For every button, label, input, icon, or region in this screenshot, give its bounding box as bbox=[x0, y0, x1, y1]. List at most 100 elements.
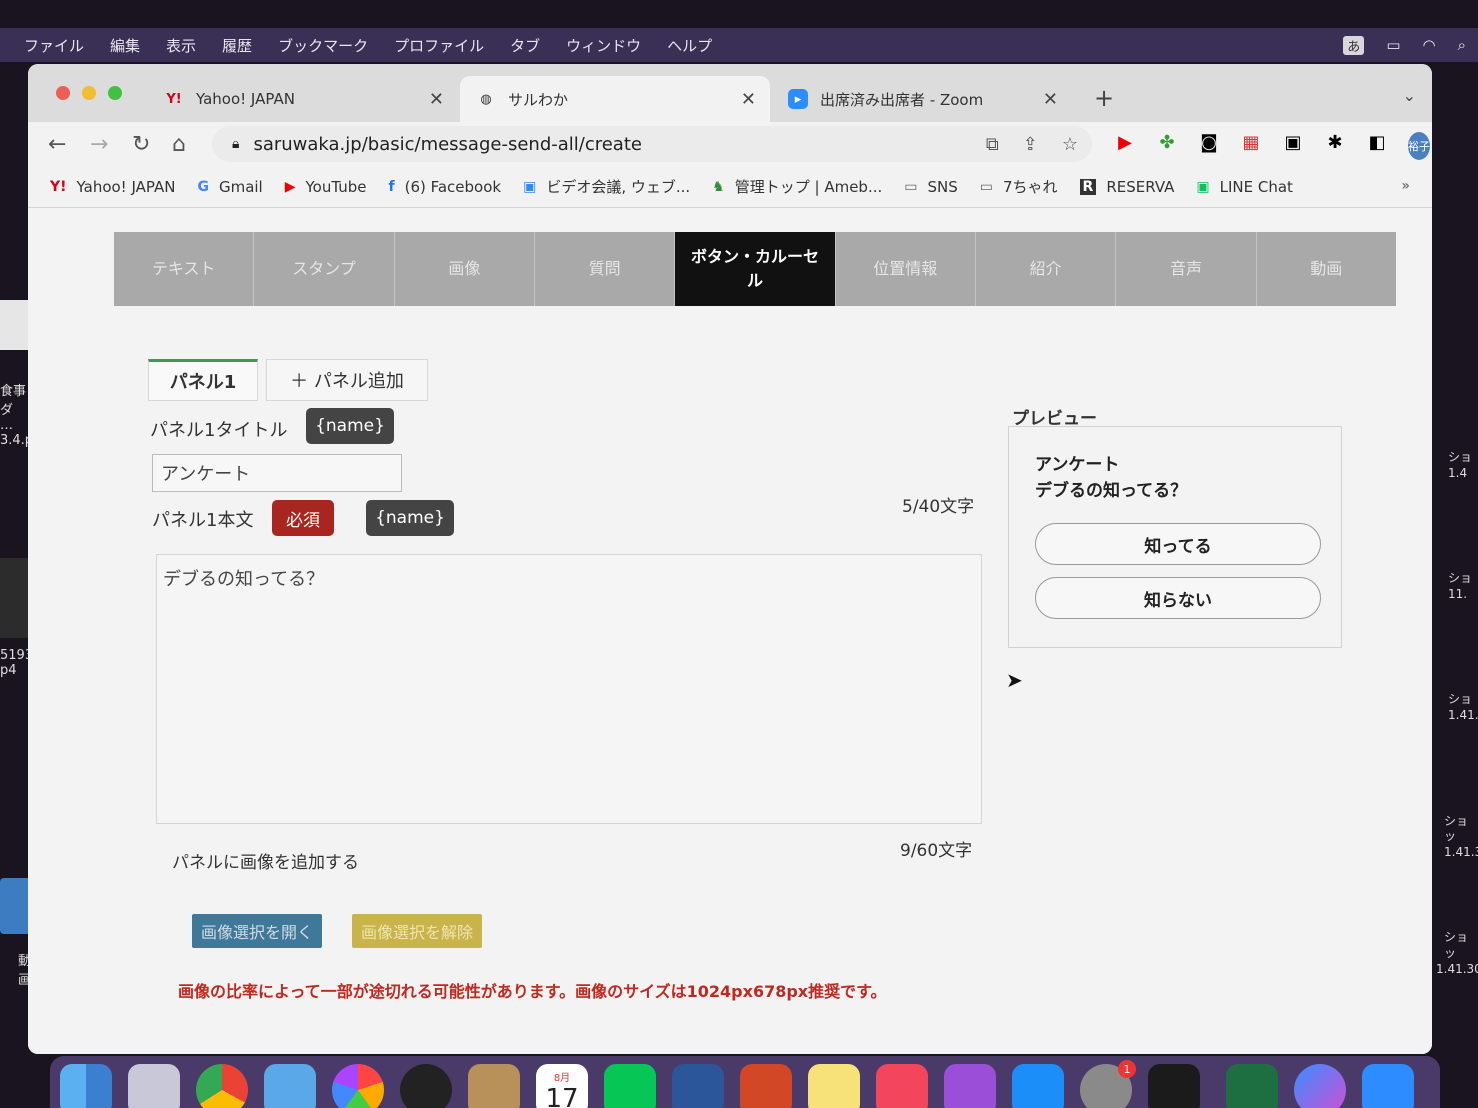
insert-name-tag-button[interactable]: {name} bbox=[366, 500, 454, 536]
clover-extension-icon[interactable]: ✤ bbox=[1156, 132, 1178, 160]
profile-avatar[interactable]: 裕子 bbox=[1408, 132, 1430, 160]
translate-icon[interactable]: ⧉ bbox=[986, 134, 999, 155]
tab-yahoo[interactable]: Y! Yahoo! JAPAN ✕ bbox=[148, 76, 458, 122]
system-settings-icon[interactable]: 1 bbox=[1080, 1060, 1136, 1108]
tab-title: 出席済み出席者 - Zoom bbox=[820, 90, 984, 109]
wifi-icon[interactable]: ◠ bbox=[1423, 36, 1436, 54]
tab-image[interactable]: 画像 bbox=[395, 232, 535, 306]
tab-text[interactable]: テキスト bbox=[114, 232, 255, 306]
bookmark-folder-7chare[interactable]: ▭ 7ちゃれ bbox=[980, 176, 1058, 197]
menu-edit[interactable]: 編集 bbox=[110, 35, 140, 56]
powerpoint-icon[interactable] bbox=[740, 1064, 792, 1108]
tab-question[interactable]: 質問 bbox=[535, 232, 676, 306]
page-content: テキスト スタンプ 画像 質問 ボタン・カルーセル 位置情報 紹介 音声 動画 … bbox=[28, 208, 1432, 1054]
chat-extension-icon[interactable]: ▣ bbox=[1282, 132, 1304, 160]
input-method-indicator[interactable]: あ bbox=[1343, 35, 1365, 55]
bookmark-youtube[interactable]: ▶ YouTube bbox=[285, 178, 367, 196]
close-tab-icon[interactable]: ✕ bbox=[429, 89, 444, 110]
clear-image-select-button[interactable]: 画像選択を解除 bbox=[352, 914, 482, 948]
camera-extension-icon[interactable]: ◙ bbox=[1198, 132, 1220, 160]
puzzle-extensions-icon[interactable]: ✱ bbox=[1324, 132, 1346, 160]
panel-title-input[interactable]: アンケート bbox=[152, 454, 402, 492]
back-arrow-icon[interactable]: ← bbox=[48, 132, 66, 157]
forward-arrow-icon[interactable]: → bbox=[90, 132, 108, 157]
share-icon[interactable]: ⇪ bbox=[1023, 134, 1038, 155]
tab-video[interactable]: 動画 bbox=[1257, 232, 1396, 306]
zoom-icon: ▸ bbox=[788, 89, 808, 109]
tab-button-carousel[interactable]: ボタン・カルーセル bbox=[675, 232, 836, 306]
notes-icon[interactable] bbox=[808, 1064, 860, 1108]
contacts-icon[interactable] bbox=[468, 1064, 520, 1108]
close-tab-icon[interactable]: ✕ bbox=[1043, 89, 1058, 110]
minimize-window-button[interactable] bbox=[82, 86, 96, 100]
tab-stamp[interactable]: スタンプ bbox=[254, 232, 395, 306]
menu-history[interactable]: 履歴 bbox=[222, 35, 252, 56]
messenger-icon[interactable] bbox=[1294, 1064, 1346, 1108]
add-panel-button[interactable]: ＋ パネル追加 bbox=[266, 359, 428, 401]
app-store-icon[interactable] bbox=[1012, 1064, 1064, 1108]
panel-tab-1[interactable]: パネル1 bbox=[148, 359, 258, 401]
open-image-select-button[interactable]: 画像選択を開く bbox=[192, 914, 322, 948]
address-bar[interactable]: 🔒︎ saruwaka.jp/basic/message-send-all/cr… bbox=[212, 126, 1092, 162]
menu-help[interactable]: ヘルプ bbox=[667, 35, 712, 56]
finder-icon[interactable] bbox=[60, 1064, 112, 1108]
obs-icon[interactable] bbox=[400, 1064, 452, 1108]
bookmark-folder-sns[interactable]: ▭ SNS bbox=[904, 178, 958, 196]
menu-bookmarks[interactable]: ブックマーク bbox=[278, 35, 368, 56]
bookmark-reserva[interactable]: R RESERVA bbox=[1079, 178, 1174, 196]
bookmark-yahoo[interactable]: Y! Yahoo! JAPAN bbox=[50, 178, 175, 196]
bookmarks-overflow-icon[interactable]: » bbox=[1401, 178, 1410, 194]
new-tab-icon[interactable]: + bbox=[1094, 84, 1114, 112]
google-icon: G bbox=[197, 178, 209, 195]
spotlight-search-icon[interactable]: ⌕ bbox=[1458, 36, 1466, 54]
mail-icon[interactable] bbox=[264, 1064, 316, 1108]
close-tab-icon[interactable]: ✕ bbox=[741, 89, 756, 110]
panel-body-textarea[interactable]: デブるの知ってる？ bbox=[156, 554, 982, 824]
tab-zoom[interactable]: ▸ 出席済み出席者 - Zoom ✕ bbox=[772, 76, 1072, 122]
add-image-label: パネルに画像を追加する bbox=[172, 853, 359, 873]
chevron-down-icon[interactable]: ⌄ bbox=[1403, 86, 1416, 105]
bookmark-star-icon[interactable]: ☆ bbox=[1062, 134, 1078, 155]
excel-icon[interactable] bbox=[1226, 1064, 1278, 1108]
menu-window[interactable]: ウィンドウ bbox=[566, 35, 641, 56]
youtube-extension-icon[interactable]: ▶ bbox=[1114, 132, 1136, 160]
close-window-button[interactable] bbox=[56, 86, 70, 100]
url-text[interactable]: saruwaka.jp/basic/message-send-all/creat… bbox=[253, 134, 642, 155]
menu-profile[interactable]: プロファイル bbox=[394, 35, 484, 56]
bookmark-gmail[interactable]: G Gmail bbox=[197, 178, 262, 196]
chrome-icon[interactable] bbox=[196, 1064, 248, 1108]
tab-location[interactable]: 位置情報 bbox=[836, 232, 976, 306]
insert-name-tag-button[interactable]: {name} bbox=[306, 408, 394, 444]
document-icon[interactable] bbox=[0, 300, 30, 350]
word-icon[interactable] bbox=[672, 1064, 724, 1108]
bookmark-ameba[interactable]: ♞ 管理トップ | Ameb... bbox=[712, 176, 882, 197]
photos-icon[interactable] bbox=[332, 1064, 384, 1108]
dock: 8月 17 1 bbox=[50, 1056, 1440, 1108]
tab-saruwaka[interactable]: ◍ サルわか ✕ bbox=[460, 76, 770, 122]
grid-extension-icon[interactable]: ▦ bbox=[1240, 132, 1262, 160]
bookmark-zoom[interactable]: ▣ ビデオ会議, ウェブ... bbox=[523, 176, 690, 197]
reload-icon[interactable]: ↻ bbox=[132, 132, 150, 157]
side-panel-icon[interactable]: ◧ bbox=[1366, 132, 1388, 160]
zoom-app-icon[interactable] bbox=[1362, 1064, 1414, 1108]
preview-button-know[interactable]: 知ってる bbox=[1035, 523, 1321, 565]
preview-button-dont-know[interactable]: 知らない bbox=[1035, 577, 1321, 619]
bookmark-line-chat[interactable]: ▣ LINE Chat bbox=[1196, 178, 1293, 196]
launchpad-icon[interactable] bbox=[128, 1064, 180, 1108]
music-icon[interactable] bbox=[876, 1064, 928, 1108]
home-icon[interactable]: ⌂ bbox=[172, 132, 186, 157]
tab-audio[interactable]: 音声 bbox=[1116, 232, 1257, 306]
filmora-icon[interactable] bbox=[1148, 1064, 1200, 1108]
menu-view[interactable]: 表示 bbox=[166, 35, 196, 56]
yahoo-icon: Y! bbox=[50, 178, 67, 195]
battery-icon[interactable]: ▭ bbox=[1386, 36, 1400, 54]
menu-tab[interactable]: タブ bbox=[510, 35, 540, 56]
bookmark-facebook[interactable]: f (6) Facebook bbox=[389, 178, 502, 196]
lock-icon[interactable]: 🔒︎ bbox=[232, 136, 239, 152]
tab-introduction[interactable]: 紹介 bbox=[976, 232, 1117, 306]
menu-file[interactable]: ファイル bbox=[24, 35, 84, 56]
maximize-window-button[interactable] bbox=[108, 86, 122, 100]
podcasts-icon[interactable] bbox=[944, 1064, 996, 1108]
line-app-icon[interactable] bbox=[604, 1064, 656, 1108]
calendar-icon[interactable]: 8月 17 bbox=[536, 1064, 588, 1108]
